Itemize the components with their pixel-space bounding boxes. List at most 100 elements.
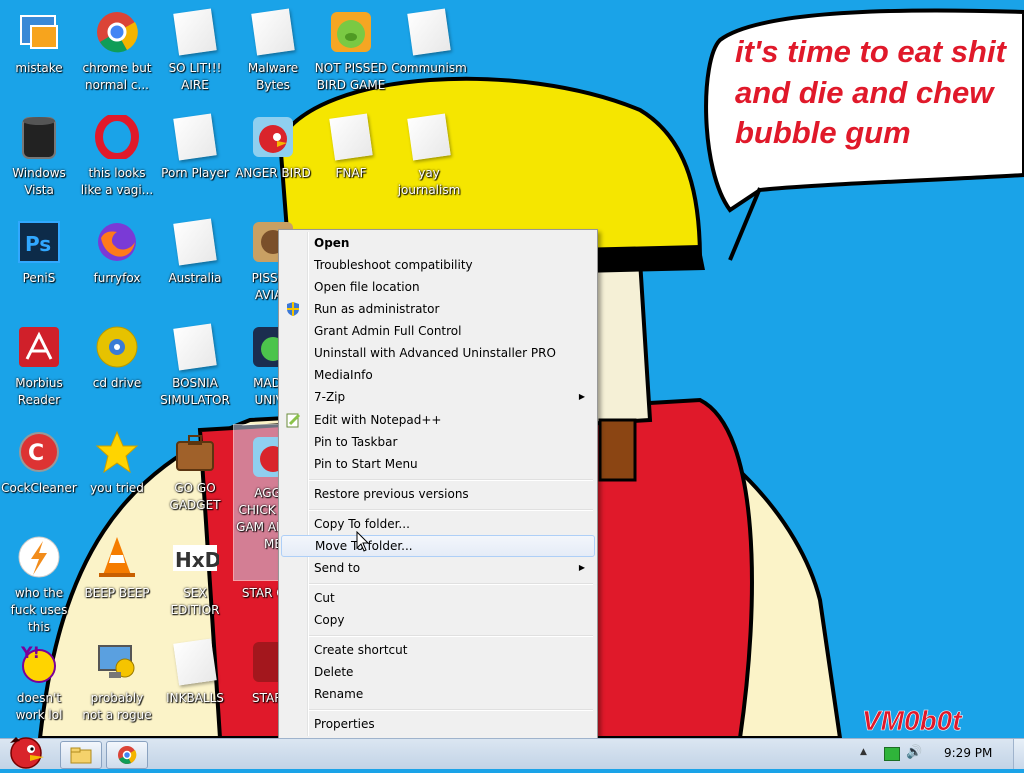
menu-item-open-file-location[interactable]: Open file location — [281, 276, 595, 298]
menu-item-open[interactable]: Open — [281, 232, 595, 254]
menu-item-mediainfo[interactable]: MediaInfo — [281, 364, 595, 386]
menu-item-move-to-folder[interactable]: Move To folder... — [281, 535, 595, 557]
blank-file-icon — [171, 8, 219, 56]
menu-separator — [309, 509, 593, 511]
icon-label: Australia — [168, 271, 222, 285]
menu-item-properties[interactable]: Properties — [281, 713, 595, 735]
desktop-icon-so-lit-aire[interactable]: SO LIT!!! AIRE — [156, 0, 234, 100]
taskbar-clock[interactable]: 9:29 PM — [944, 746, 992, 760]
blank-file-icon — [327, 113, 375, 161]
taskbar-explorer-button[interactable] — [60, 741, 102, 769]
desktop-icon-cd-drive[interactable]: cd drive — [78, 315, 156, 415]
menu-item-uninstall-advanced[interactable]: Uninstall with Advanced Uninstaller PRO — [281, 342, 595, 364]
icon-label: doesn't work lol — [15, 691, 63, 722]
taskbar: ▲ 🔊 9:29 PM — [0, 737, 1024, 769]
icon-label: Communism — [391, 61, 467, 75]
desktop-icon-australia[interactable]: Australia — [156, 210, 234, 310]
icon-label: SO LIT!!! AIRE — [168, 61, 222, 92]
menu-item-edit-notepadpp[interactable]: Edit with Notepad++ — [281, 409, 595, 431]
menu-item-pin-start[interactable]: Pin to Start Menu — [281, 453, 595, 475]
blank-file-icon — [405, 113, 453, 161]
menu-item-cut[interactable]: Cut — [281, 587, 595, 609]
mouse-pointer-icon — [356, 531, 370, 552]
start-button[interactable] — [0, 733, 54, 769]
icon-label: NOT PISSED BIRD GAME — [314, 61, 388, 92]
icon-label: who the fuck uses this — [10, 586, 68, 634]
show-desktop-button[interactable] — [1013, 739, 1024, 769]
desktop-icon-inkballs[interactable]: INKBALLS — [156, 630, 234, 730]
desktop-icon-doesnt-work-lol[interactable]: Y! doesn't work lol — [0, 630, 78, 730]
briefcase-icon — [171, 428, 219, 476]
desktop-icon-anger-bird[interactable]: ANGER BIRD — [234, 105, 312, 205]
icon-label: BEEP BEEP — [84, 586, 150, 600]
menu-item-delete[interactable]: Delete — [281, 661, 595, 683]
menu-item-7zip[interactable]: 7-Zip ▶ — [281, 386, 595, 408]
icon-label: cd drive — [92, 376, 142, 390]
menu-item-rename[interactable]: Rename — [281, 683, 595, 705]
menu-item-run-as-admin[interactable]: Run as administrator — [281, 298, 595, 320]
submenu-arrow-icon: ▶ — [578, 392, 585, 401]
desktop-icon-fnaf[interactable]: FNAF — [312, 105, 390, 205]
icon-label: Porn Player — [161, 166, 229, 180]
icon-label: Morbius Reader — [15, 376, 63, 407]
desktop-icon-this-looks-like[interactable]: this looks like a vagi... — [78, 105, 156, 205]
icon-label: SEX EDITIOR — [170, 586, 220, 617]
green-pig-icon — [327, 8, 375, 56]
svg-text:HxD: HxD — [175, 548, 219, 572]
blank-file-icon — [249, 8, 297, 56]
icon-label: BOSNIA SIMULATOR — [160, 376, 230, 407]
desktop-icon-bosnia-simulator[interactable]: BOSNIA SIMULATOR — [156, 315, 234, 415]
icon-label: furryfox — [93, 271, 141, 285]
speech-line-3: bubble gum — [735, 115, 911, 150]
svg-text:Y!: Y! — [20, 643, 40, 662]
angry-bird-start-icon — [10, 737, 44, 769]
icon-label: yay journalism — [397, 166, 461, 197]
desktop[interactable]: it's time to eat shit and die and chew b… — [0, 0, 1024, 738]
icon-label: chrome but normal c... — [82, 61, 152, 92]
icon-label: CockCleaner — [1, 481, 77, 495]
menu-item-send-to[interactable]: Send to ▶ — [281, 557, 595, 579]
app-window-icon — [15, 8, 63, 56]
desktop-icon-who-the-fuck-uses-this[interactable]: who the fuck uses this — [0, 525, 78, 634]
desktop-icon-yay-journalism[interactable]: yay journalism — [390, 105, 468, 205]
menu-item-grant-admin[interactable]: Grant Admin Full Control — [281, 320, 595, 342]
menu-item-troubleshoot[interactable]: Troubleshoot compatibility — [281, 254, 595, 276]
desktop-icon-communism[interactable]: Communism — [390, 0, 468, 100]
menu-item-restore-versions[interactable]: Restore previous versions — [281, 483, 595, 505]
icon-label: PeniS — [22, 271, 56, 285]
desktop-icon-not-pissed-bird-game[interactable]: NOT PISSED BIRD GAME — [312, 0, 390, 100]
desktop-icon-porn-player[interactable]: Porn Player — [156, 105, 234, 205]
star-icon — [93, 428, 141, 476]
speech-line-2: and die and chew — [735, 75, 995, 110]
svg-text:C: C — [28, 441, 44, 466]
menu-item-copy[interactable]: Copy — [281, 609, 595, 631]
blank-file-icon — [405, 8, 453, 56]
network-status-icon[interactable] — [884, 747, 900, 761]
desktop-icon-morbius-reader[interactable]: Morbius Reader — [0, 315, 78, 415]
yahoo-messenger-icon: Y! — [15, 638, 63, 686]
uac-shield-icon — [285, 301, 301, 317]
icon-label: Malware Bytes — [247, 61, 299, 92]
desktop-icon-beep-beep[interactable]: BEEP BEEP — [78, 525, 156, 625]
tray-expand-icon[interactable]: ▲ — [860, 747, 867, 757]
desktop-icon-you-tried[interactable]: you tried — [78, 420, 156, 520]
speech-line-1: it's time to eat shit — [735, 34, 1008, 69]
desktop-icon-go-go-gadget[interactable]: GO GO GADGET — [156, 420, 234, 520]
desktop-icon-probably-not-a-rogue[interactable]: probably not a rogue — [78, 630, 156, 730]
menu-item-copy-to-folder[interactable]: Copy To folder... — [281, 513, 595, 535]
icon-label: GO GO GADGET — [169, 481, 221, 512]
volume-icon[interactable]: 🔊 — [906, 745, 922, 760]
desktop-icon-mistake[interactable]: mistake — [0, 0, 78, 100]
icon-label: ANGER BIRD — [235, 166, 311, 180]
desktop-icon-malware-bytes[interactable]: Malware Bytes — [234, 0, 312, 100]
desktop-icon-penis[interactable]: Ps PeniS — [0, 210, 78, 310]
menu-item-pin-taskbar[interactable]: Pin to Taskbar — [281, 431, 595, 453]
desktop-icon-sex-editior[interactable]: HxD SEX EDITIOR — [156, 525, 234, 625]
desktop-icon-windows-vista[interactable]: Windows Vista — [0, 105, 78, 205]
blank-file-icon — [171, 218, 219, 266]
desktop-icon-chrome[interactable]: chrome but normal c... — [78, 0, 156, 100]
menu-item-create-shortcut[interactable]: Create shortcut — [281, 639, 595, 661]
desktop-icon-furryfox[interactable]: furryfox — [78, 210, 156, 310]
taskbar-chrome-button[interactable] — [106, 741, 148, 769]
desktop-icon-cockcleaner[interactable]: C CockCleaner — [0, 420, 78, 520]
